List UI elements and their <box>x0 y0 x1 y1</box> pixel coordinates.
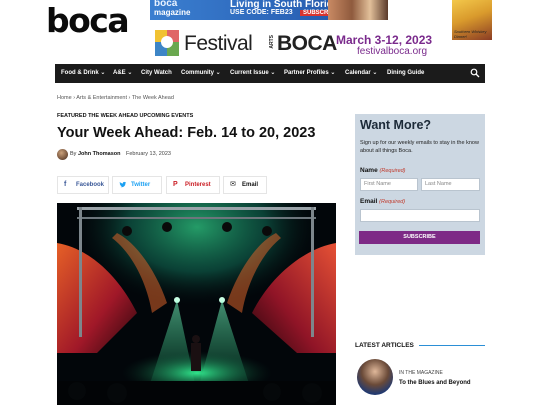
page: boca boca magazine Living in South Flori… <box>0 0 540 405</box>
ad-photo <box>328 0 388 20</box>
publish-date: February 13, 2023 <box>126 151 171 157</box>
ad-promo-code: USE CODE: FEB23 <box>230 9 293 16</box>
email-field-label: Email (Required) <box>360 198 405 205</box>
subscription-banner-ad[interactable]: boca magazine Living in South Florida! U… <box>150 0 388 20</box>
pinterest-icon: P <box>173 181 178 188</box>
email-input[interactable] <box>360 209 480 222</box>
name-label-text: Name <box>360 167 378 174</box>
nav-city-watch[interactable]: City Watch <box>141 64 172 83</box>
first-name-input[interactable]: First Name <box>360 178 418 191</box>
nav-dining-guide[interactable]: Dining Guide <box>387 64 424 83</box>
breadcrumb-home[interactable]: Home <box>57 95 72 101</box>
required-marker: (Required) <box>379 199 406 205</box>
site-logo[interactable]: boca <box>46 2 130 40</box>
stage-photo <box>57 203 336 405</box>
email-label-text: Email <box>360 198 378 205</box>
author-name[interactable]: John Thomason <box>78 151 120 157</box>
festival-dates: March 3-12, 2023 <box>336 33 433 47</box>
author-avatar[interactable] <box>57 149 68 160</box>
festival-boca: BOCA <box>277 32 337 55</box>
nav-calendar[interactable]: Calendar ⌄ <box>345 64 377 83</box>
facebook-icon: f <box>64 181 67 188</box>
festival-url[interactable]: festivalboca.org <box>357 46 427 57</box>
nav-current-issue[interactable]: Current Issue ⌄ <box>230 64 275 83</box>
share-twitter-button[interactable]: Twitter <box>112 176 162 194</box>
share-label: Email <box>242 182 259 188</box>
share-label: Facebook <box>76 182 105 188</box>
article-link[interactable]: To the Blues and Beyond <box>399 380 471 386</box>
article-categories[interactable]: FEATURED THE WEEK AHEAD UPCOMING EVENTS <box>57 113 193 119</box>
share-pinterest-button[interactable]: P Pinterest <box>166 176 220 194</box>
nav-arts-entertainment[interactable]: A&E ⌄ <box>113 64 132 83</box>
festival-arts: ARTS <box>269 35 275 49</box>
subscribe-button[interactable]: SUBSCRIBE <box>359 231 480 244</box>
last-name-input[interactable]: Last Name <box>421 178 480 191</box>
required-marker: (Required) <box>379 168 406 174</box>
nav-community[interactable]: Community ⌄ <box>181 64 221 83</box>
share-label: Pinterest <box>185 182 211 188</box>
breadcrumb-current[interactable]: The Week Ahead <box>132 95 174 101</box>
festival-banner-ad[interactable]: Festival ARTS BOCA March 3-12, 2023 fest… <box>152 28 482 60</box>
latest-articles-heading: LATEST ARTICLES <box>355 342 414 349</box>
breadcrumb: Home › Arts & Entertainment › The Week A… <box>57 95 174 101</box>
share-label: Twitter <box>131 182 151 188</box>
share-email-button[interactable]: ✉ Email <box>223 176 267 194</box>
main-navigation: Food & Drink ⌄ A&E ⌄ City Watch Communit… <box>55 64 485 83</box>
heading-divider <box>419 345 485 346</box>
festival-word: Festival <box>184 32 253 55</box>
ad-magazine-sub: magazine <box>154 8 191 17</box>
article-category[interactable]: IN THE MAGAZINE <box>399 370 443 376</box>
by-label: By <box>70 151 77 157</box>
newsletter-signup-widget: Want More? Sign up for our weekly emails… <box>355 114 485 255</box>
name-field-label: Name (Required) <box>360 167 406 174</box>
widget-description: Sign up for our weekly emails to stay in… <box>360 140 479 154</box>
share-facebook-button[interactable]: f Facebook <box>57 176 109 194</box>
widget-title: Want More? <box>360 118 432 132</box>
email-icon: ✉ <box>230 181 236 188</box>
breadcrumb-section[interactable]: Arts & Entertainment <box>76 95 127 101</box>
twitter-icon <box>119 181 127 188</box>
article-thumbnail[interactable] <box>357 359 393 395</box>
article-hero-image <box>57 203 336 405</box>
nav-food-drink[interactable]: Food & Drink ⌄ <box>61 64 105 83</box>
article-title: Your Week Ahead: Feb. 14 to 20, 2023 <box>57 125 316 141</box>
search-icon[interactable] <box>470 68 480 78</box>
festival-logo-icon <box>155 30 179 58</box>
nav-partner-profiles[interactable]: Partner Profiles ⌄ <box>284 64 335 83</box>
